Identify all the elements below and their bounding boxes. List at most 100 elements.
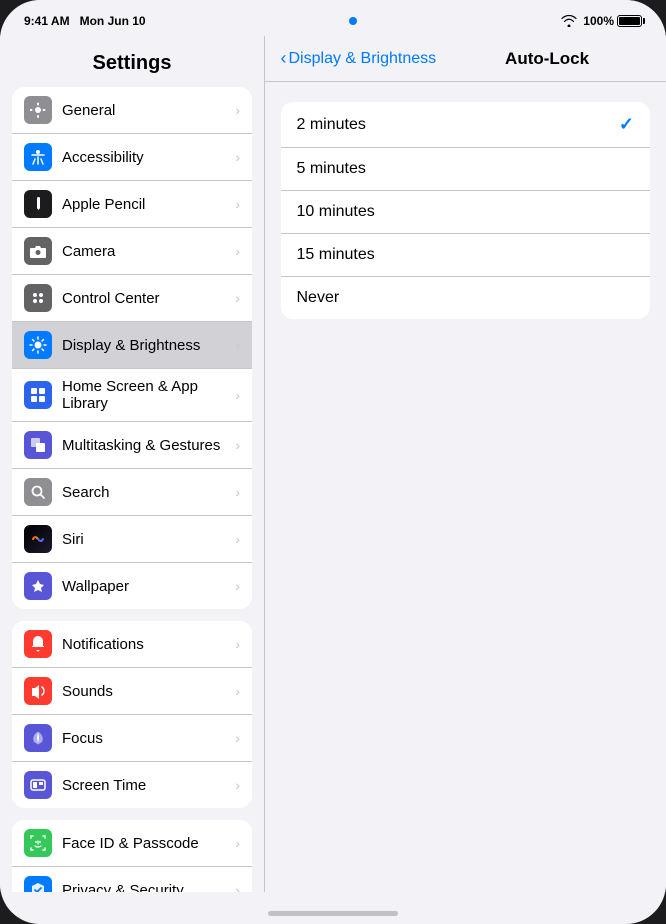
option-2min[interactable]: 2 minutes ✓ <box>281 102 651 148</box>
main-content: Settings General › <box>0 36 666 892</box>
sidebar-item-general[interactable]: General › <box>12 87 252 134</box>
screen-time-label: Screen Time <box>62 777 235 794</box>
status-dot <box>349 17 357 25</box>
sidebar-item-siri[interactable]: Siri › <box>12 516 252 563</box>
status-right: 100% <box>561 14 642 28</box>
sounds-chevron: › <box>235 683 240 699</box>
privacy-icon <box>24 876 52 892</box>
apple-pencil-icon <box>24 190 52 218</box>
home-screen-icon <box>24 381 52 409</box>
option-10min[interactable]: 10 minutes <box>281 191 651 234</box>
control-center-icon <box>24 284 52 312</box>
search-chevron: › <box>235 484 240 500</box>
home-screen-chevron: › <box>235 387 240 403</box>
option-5min-label: 5 minutes <box>297 160 366 178</box>
general-label: General <box>62 102 235 119</box>
status-date: Mon Jun 10 <box>80 14 146 28</box>
sounds-label: Sounds <box>62 683 235 700</box>
sidebar-item-screen-time[interactable]: Screen Time › <box>12 762 252 808</box>
search-icon <box>24 478 52 506</box>
notifications-icon <box>24 630 52 658</box>
notifications-chevron: › <box>235 636 240 652</box>
camera-chevron: › <box>235 243 240 259</box>
option-never[interactable]: Never <box>281 277 651 319</box>
control-center-label: Control Center <box>62 290 235 307</box>
option-2min-label: 2 minutes <box>297 116 366 134</box>
privacy-label: Privacy & Security <box>62 882 235 893</box>
option-5min[interactable]: 5 minutes <box>281 148 651 191</box>
wallpaper-chevron: › <box>235 578 240 594</box>
sidebar-item-sounds[interactable]: Sounds › <box>12 668 252 715</box>
sidebar-group-1: General › Accessibility › <box>12 87 252 609</box>
sounds-icon <box>24 677 52 705</box>
option-15min[interactable]: 15 minutes <box>281 234 651 277</box>
privacy-chevron: › <box>235 882 240 892</box>
display-brightness-chevron: › <box>235 337 240 353</box>
option-never-label: Never <box>297 289 340 307</box>
apple-pencil-label: Apple Pencil <box>62 196 235 213</box>
search-label: Search <box>62 484 235 501</box>
back-chevron-icon: ‹ <box>281 48 287 69</box>
sidebar-item-camera[interactable]: Camera › <box>12 228 252 275</box>
sidebar: Settings General › <box>0 36 264 892</box>
sidebar-item-focus[interactable]: Focus › <box>12 715 252 762</box>
option-10min-label: 10 minutes <box>297 203 375 221</box>
sidebar-item-search[interactable]: Search › <box>12 469 252 516</box>
battery-percent: 100% <box>583 14 614 28</box>
face-id-label: Face ID & Passcode <box>62 835 235 852</box>
home-bar <box>268 911 398 916</box>
focus-chevron: › <box>235 730 240 746</box>
option-15min-label: 15 minutes <box>297 246 375 264</box>
back-label: Display & Brightness <box>289 50 437 68</box>
wallpaper-icon <box>24 572 52 600</box>
screen-time-chevron: › <box>235 777 240 793</box>
multitasking-label: Multitasking & Gestures <box>62 437 235 454</box>
battery-fill <box>619 17 640 25</box>
auto-lock-options: 2 minutes ✓ 5 minutes 10 minutes 15 minu… <box>281 102 651 319</box>
detail-title: Auto-Lock <box>505 49 589 69</box>
siri-chevron: › <box>235 531 240 547</box>
notifications-label: Notifications <box>62 636 235 653</box>
multitasking-chevron: › <box>235 437 240 453</box>
wifi-icon <box>561 15 577 27</box>
device-frame: 9:41 AM Mon Jun 10 100% Settings <box>0 0 666 924</box>
face-id-chevron: › <box>235 835 240 851</box>
sidebar-item-display-brightness[interactable]: Display & Brightness › <box>12 322 252 369</box>
control-center-chevron: › <box>235 290 240 306</box>
focus-label: Focus <box>62 730 235 747</box>
status-time: 9:41 AM <box>24 14 70 28</box>
sidebar-item-notifications[interactable]: Notifications › <box>12 621 252 668</box>
display-brightness-icon <box>24 331 52 359</box>
apple-pencil-chevron: › <box>235 196 240 212</box>
general-icon <box>24 96 52 124</box>
detail-header: ‹ Display & Brightness Auto-Lock <box>265 36 666 82</box>
focus-icon <box>24 724 52 752</box>
accessibility-icon <box>24 143 52 171</box>
status-bar: 9:41 AM Mon Jun 10 100% <box>0 0 666 36</box>
accessibility-chevron: › <box>235 149 240 165</box>
wallpaper-label: Wallpaper <box>62 578 235 595</box>
sidebar-group-2: Notifications › Sounds › <box>12 621 252 808</box>
battery-indicator: 100% <box>583 14 642 28</box>
sidebar-item-home-screen[interactable]: Home Screen & App Library › <box>12 369 252 422</box>
battery-icon <box>617 15 642 27</box>
home-screen-label: Home Screen & App Library <box>62 378 235 412</box>
camera-label: Camera <box>62 243 235 260</box>
accessibility-label: Accessibility <box>62 149 235 166</box>
sidebar-item-face-id[interactable]: Face ID & Passcode › <box>12 820 252 867</box>
siri-label: Siri <box>62 531 235 548</box>
sidebar-item-control-center[interactable]: Control Center › <box>12 275 252 322</box>
general-chevron: › <box>235 102 240 118</box>
sidebar-item-accessibility[interactable]: Accessibility › <box>12 134 252 181</box>
detail-panel: ‹ Display & Brightness Auto-Lock 2 minut… <box>265 36 666 892</box>
sidebar-item-privacy[interactable]: Privacy & Security › <box>12 867 252 892</box>
sidebar-item-apple-pencil[interactable]: Apple Pencil › <box>12 181 252 228</box>
multitasking-icon <box>24 431 52 459</box>
status-time-date: 9:41 AM Mon Jun 10 <box>24 14 146 28</box>
sidebar-item-multitasking[interactable]: Multitasking & Gestures › <box>12 422 252 469</box>
home-indicator <box>0 892 666 924</box>
back-button[interactable]: ‹ Display & Brightness <box>281 48 437 69</box>
siri-icon <box>24 525 52 553</box>
sidebar-item-wallpaper[interactable]: Wallpaper › <box>12 563 252 609</box>
sidebar-title: Settings <box>0 44 264 87</box>
